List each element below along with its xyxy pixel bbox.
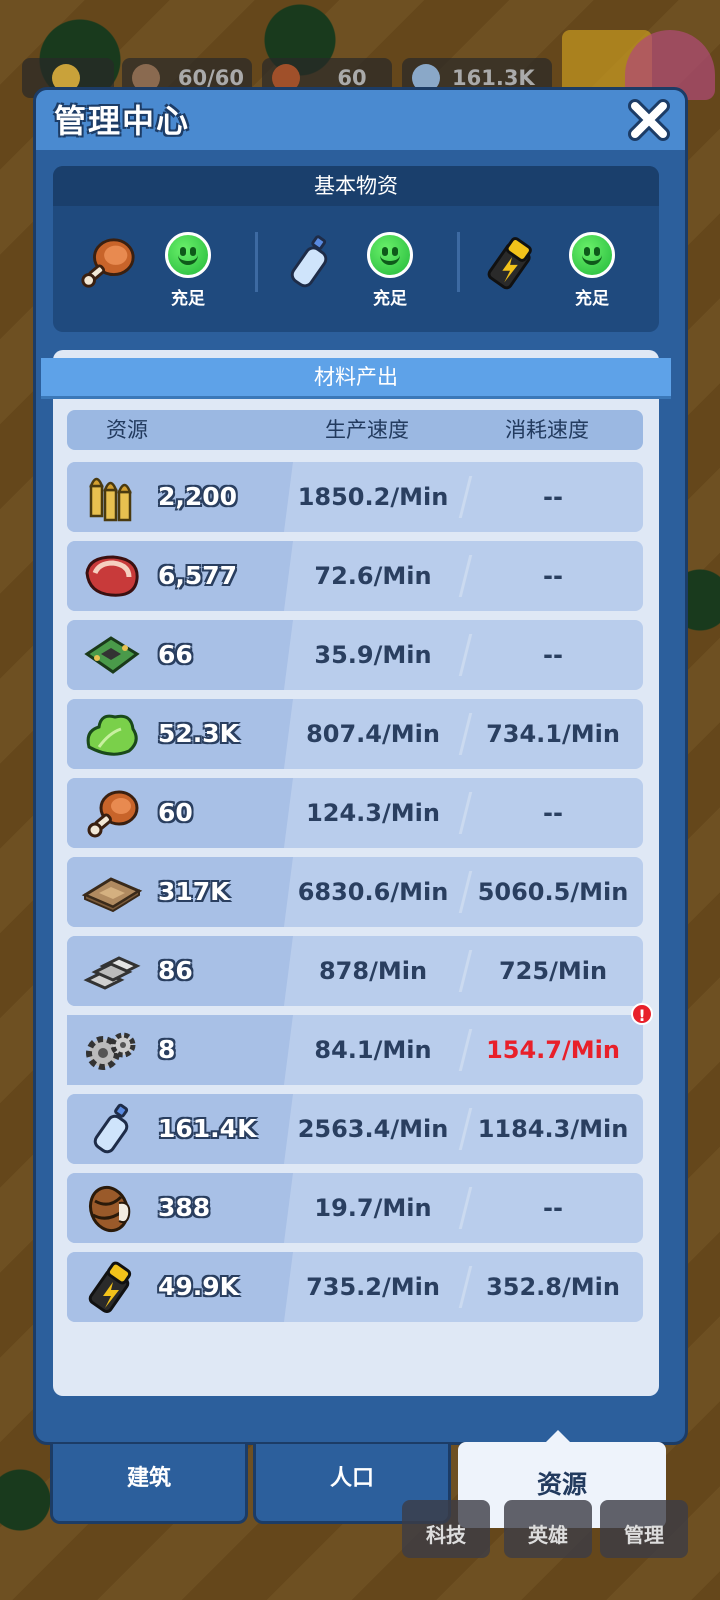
table-header: 资源 生产速度 消耗速度 (67, 410, 643, 450)
leather-icon (81, 877, 143, 913)
table-row: 161.4K 2563.4/Min 1184.3/Min (67, 1094, 643, 1164)
production-rate: 735.2/Min (306, 1273, 440, 1301)
resource-amount: 60 (158, 798, 193, 827)
battery-icon (88, 1261, 132, 1313)
column-header-consumption: 消耗速度 (505, 418, 589, 442)
basic-item-meat: 充足 (53, 226, 255, 326)
steak-icon (85, 555, 139, 597)
consumption-rate: -- (543, 641, 563, 669)
satisfied-face-icon (367, 232, 413, 278)
resource-amount: 52.3K (158, 719, 240, 748)
iron-ingot-icon (83, 956, 141, 990)
manage-button[interactable]: 管理 (600, 1500, 688, 1558)
table-row: 6,577 72.6/Min -- (67, 541, 643, 611)
production-rate: 6830.6/Min (297, 878, 449, 906)
basic-status: 充足 (373, 289, 407, 309)
table-row: 66 35.9/Min -- (67, 620, 643, 690)
consumption-rate: -- (543, 799, 563, 827)
resource-amount: 388 (158, 1193, 211, 1222)
barrel-icon (88, 1185, 131, 1233)
table-row: 52.3K 807.4/Min 734.1/Min (67, 699, 643, 769)
production-rate: 807.4/Min (306, 720, 440, 748)
table-row: 317K 6830.6/Min 5060.5/Min (67, 857, 643, 927)
management-center-dialog: 管理中心 基本物资 充足 充足 充足 材料产出 资源 生产速度 消耗速度 2,2… (33, 87, 688, 1445)
consumption-rate: -- (543, 1194, 563, 1222)
production-rate: 2563.4/Min (297, 1115, 449, 1143)
table-row: 8 84.1/Min 154.7/Min ! (67, 1003, 653, 1085)
circuit-board-icon (84, 636, 140, 674)
meat-icon (81, 238, 135, 288)
table-row: 49.9K 735.2/Min 352.8/Min (67, 1252, 643, 1322)
consumption-rate: 1184.3/Min (477, 1115, 629, 1143)
column-header-resource: 资源 (106, 418, 148, 442)
production-rate: 35.9/Min (314, 641, 432, 669)
meat-icon (87, 790, 139, 838)
tech-button[interactable]: 科技 (402, 1500, 490, 1558)
dialog-title: 管理中心 (54, 102, 191, 140)
consumption-rate: 725/Min (498, 957, 608, 985)
consumption-rate: 734.1/Min (486, 720, 620, 748)
satisfied-face-icon (569, 232, 615, 278)
basic-status: 充足 (171, 289, 205, 309)
materials-list[interactable]: 2,200 1850.2/Min -- 6,577 72.6/Min -- 66… (67, 462, 653, 1331)
resource-amount: 86 (158, 956, 193, 985)
hero-button[interactable]: 英雄 (504, 1500, 592, 1558)
resource-amount: 66 (158, 640, 193, 669)
production-rate: 84.1/Min (314, 1036, 432, 1064)
consumption-rate: 154.7/Min (486, 1036, 620, 1064)
bullets-icon (89, 477, 132, 522)
resource-amount: 161.4K (158, 1114, 257, 1143)
resource-amount: 8 (158, 1035, 176, 1064)
column-header-production: 生产速度 (325, 418, 409, 442)
table-row: 2,200 1850.2/Min -- (67, 462, 643, 532)
water-bottle-icon (290, 235, 328, 288)
tab-buildings[interactable]: 建筑 (50, 1444, 248, 1524)
satisfied-face-icon (165, 232, 211, 278)
consumption-rate: 5060.5/Min (477, 878, 629, 906)
production-rate: 1850.2/Min (297, 483, 449, 511)
resource-amount: 49.9K (158, 1272, 240, 1301)
gears-icon (86, 1032, 136, 1070)
consumption-rate: -- (543, 562, 563, 590)
production-rate: 878/Min (318, 957, 428, 985)
table-row: 388 19.7/Min -- (67, 1173, 643, 1243)
basic-supplies-title: 基本物资 (53, 166, 659, 206)
resource-amount: 317K (158, 877, 230, 906)
consumption-rate: 352.8/Min (486, 1273, 620, 1301)
basic-item-water: 充足 (255, 226, 457, 326)
materials-output-panel: 材料产出 资源 生产速度 消耗速度 2,200 1850.2/Min -- 6,… (41, 350, 671, 1396)
basic-item-battery: 充足 (457, 226, 659, 326)
production-rate: 72.6/Min (314, 562, 432, 590)
lettuce-icon (86, 714, 138, 756)
production-rate: 124.3/Min (306, 799, 440, 827)
basic-status: 充足 (575, 289, 609, 309)
materials-output-title: 材料产出 (41, 358, 671, 396)
water-bottle-icon (93, 1103, 129, 1154)
warning-badge-icon: ! (631, 1003, 653, 1025)
dialog-header: 管理中心 (36, 90, 685, 150)
basic-supplies-panel: 基本物资 充足 充足 充足 (53, 166, 659, 332)
table-row: 60 124.3/Min -- (67, 778, 643, 848)
close-icon (628, 99, 670, 141)
resource-amount: 6,577 (158, 561, 238, 590)
table-row: 86 878/Min 725/Min (67, 936, 643, 1006)
resource-amount: 2,200 (158, 482, 238, 511)
battery-icon (487, 237, 532, 290)
consumption-rate: -- (543, 483, 563, 511)
production-rate: 19.7/Min (314, 1194, 432, 1222)
tab-resources-label: 资源 (536, 1470, 587, 1499)
close-button[interactable] (625, 96, 673, 144)
